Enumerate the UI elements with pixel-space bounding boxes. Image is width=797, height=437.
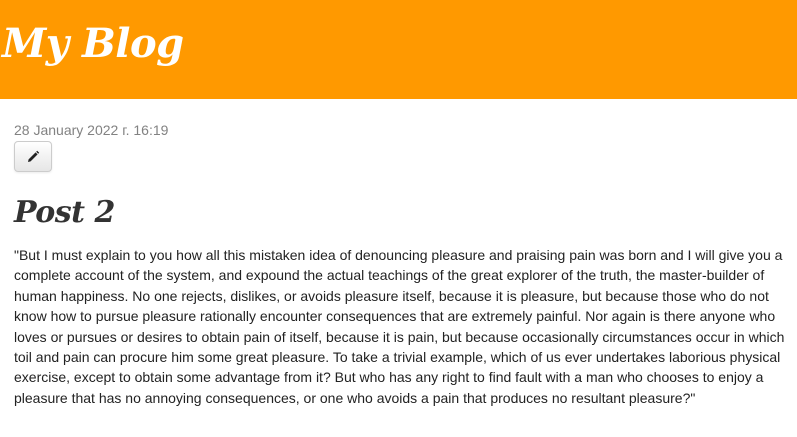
post-title: Post 2	[14, 195, 115, 230]
edit-post-button[interactable]	[14, 141, 52, 172]
site-title-link[interactable]: My Blog	[2, 18, 184, 70]
post-date: 28 January 2022 г. 16:19	[14, 122, 169, 138]
post-body: "But I must explain to you how all this …	[14, 247, 785, 406]
page-header: My Blog	[0, 0, 797, 99]
pencil-icon	[28, 150, 40, 162]
